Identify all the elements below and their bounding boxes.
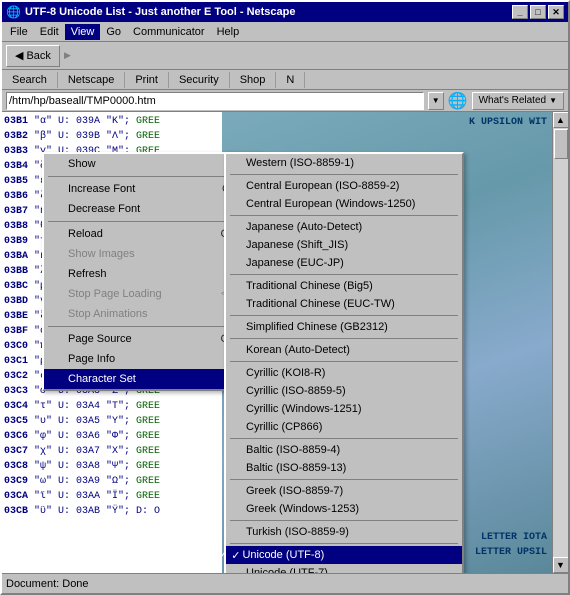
hex-row: 03BE "ξ" U: 039E "Ξ"; GREE bbox=[4, 309, 220, 324]
hex-row: 03B4 "δ" U: 039D "N"; GREE bbox=[4, 159, 220, 174]
menu-file[interactable]: File bbox=[4, 24, 34, 40]
nav-tab-shop[interactable]: Shop bbox=[230, 72, 277, 88]
menu-edit[interactable]: Edit bbox=[34, 24, 65, 40]
whats-related-label: What's Related bbox=[479, 95, 547, 106]
status-bar: Document: Done bbox=[2, 573, 568, 593]
hex-row: 03C8 "ψ" U: 03A8 "Ψ"; GREE bbox=[4, 459, 220, 474]
title-bar-controls: _ □ ✕ bbox=[512, 5, 564, 19]
url-dropdown-button[interactable]: ▼ bbox=[428, 92, 444, 110]
app-icon: 🌐 bbox=[6, 5, 21, 19]
scrollbar-vertical[interactable]: ▲ ▼ bbox=[552, 112, 568, 573]
nav-tab-print[interactable]: Print bbox=[125, 72, 169, 88]
hex-row: 03BD "ν" U: 039D "N"; GREE bbox=[4, 294, 220, 309]
scroll-up-button[interactable]: ▲ bbox=[553, 112, 569, 128]
hex-row: 03C2 "ς" U: 03A2 "Σ"; GREE bbox=[4, 369, 220, 384]
back-label: Back bbox=[26, 50, 50, 62]
window-title: UTF-8 Unicode List - Just another E Tool… bbox=[25, 6, 296, 18]
scroll-track[interactable] bbox=[553, 128, 568, 557]
forward-icon: ▶ bbox=[64, 50, 71, 61]
hex-row: 03B6 "ζ" U: 039F "O"; GREE bbox=[4, 189, 220, 204]
hex-row: 03B5 "ε" U: 039E "Ξ"; GREE bbox=[4, 174, 220, 189]
menu-go[interactable]: Go bbox=[100, 24, 127, 40]
hex-row: 03CB "ϋ" U: 03AB "Ϋ"; D: O bbox=[4, 504, 220, 519]
toolbar: ◀ Back ▶ bbox=[2, 42, 568, 70]
hex-row: 03C4 "τ" U: 03A4 "Τ"; GREE bbox=[4, 399, 220, 414]
nav-bar: Search Netscape Print Security Shop N bbox=[2, 70, 568, 90]
hex-row: 03CA "ϊ" U: 03AA "Ϊ"; GREE bbox=[4, 489, 220, 504]
hex-row: 03B7 "η" U: 03A0 "Π"; GREE bbox=[4, 204, 220, 219]
hex-row: 03B2 "β" U: 039B "Λ"; GREE bbox=[4, 129, 220, 144]
scroll-thumb[interactable] bbox=[554, 129, 568, 159]
browser-viewport: 03B1 "α" U: 039A "K"; GREE 03B2 "β" U: 0… bbox=[2, 112, 568, 573]
location-bar: ▼ 🌐 What's Related ▼ bbox=[2, 90, 568, 112]
hex-row: 03C6 "φ" U: 03A6 "Φ"; GREE bbox=[4, 429, 220, 444]
scroll-down-button[interactable]: ▼ bbox=[553, 557, 569, 573]
menu-communicator[interactable]: Communicator bbox=[127, 24, 211, 40]
back-button[interactable]: ◀ Back bbox=[6, 45, 60, 67]
hex-row: 03BA "κ" U: 039B "Λ"; GREE bbox=[4, 249, 220, 264]
menu-view[interactable]: View bbox=[65, 24, 101, 40]
nav-tab-search[interactable]: Search bbox=[2, 72, 58, 88]
status-text: Document: Done bbox=[6, 578, 89, 590]
map-bottom-text-1: LETTER IOTA bbox=[481, 532, 547, 543]
back-arrow-icon: ◀ bbox=[15, 49, 23, 62]
whats-related-arrow: ▼ bbox=[549, 96, 557, 105]
content-area: 03B1 "α" U: 039A "K"; GREE 03B2 "β" U: 0… bbox=[2, 112, 568, 573]
menu-bar: File Edit View Go Communicator Help bbox=[2, 22, 568, 42]
nav-tab-security[interactable]: Security bbox=[169, 72, 230, 88]
hex-row: 03BC "μ" U: 039C "M"; GREE bbox=[4, 279, 220, 294]
hex-row: 03C1 "ρ" U: 03A1 "Ρ"; GREE bbox=[4, 354, 220, 369]
title-bar-title: 🌐 UTF-8 Unicode List - Just another E To… bbox=[6, 5, 296, 19]
menu-help[interactable]: Help bbox=[211, 24, 246, 40]
hex-row: 03C7 "χ" U: 03A7 "Χ"; GREE bbox=[4, 444, 220, 459]
hex-row: 03C9 "ω" U: 03A9 "Ω"; GREE bbox=[4, 474, 220, 489]
hex-row: 03BB "λ" U: 039B "Λ"; GREE bbox=[4, 264, 220, 279]
related-icon: 🌐 bbox=[448, 91, 468, 111]
hex-row: 03C5 "υ" U: 03A5 "Υ"; GREE bbox=[4, 414, 220, 429]
nav-tab-netscape[interactable]: Netscape bbox=[58, 72, 125, 88]
minimize-button[interactable]: _ bbox=[512, 5, 528, 19]
hex-table: 03B1 "α" U: 039A "K"; GREE 03B2 "β" U: 0… bbox=[2, 112, 222, 573]
title-bar: 🌐 UTF-8 Unicode List - Just another E To… bbox=[2, 2, 568, 22]
hex-row: 03C3 "σ" U: 03A3 "Σ"; GREE bbox=[4, 384, 220, 399]
hex-row: 03C0 "π" U: 03A0 "Π"; GREE bbox=[4, 339, 220, 354]
whats-related-button[interactable]: What's Related ▼ bbox=[472, 92, 564, 110]
hex-row: 03B3 "γ" U: 039C "M"; GREE bbox=[4, 144, 220, 159]
hex-row: 03B1 "α" U: 039A "K"; GREE bbox=[4, 114, 220, 129]
close-button[interactable]: ✕ bbox=[548, 5, 564, 19]
maximize-button[interactable]: □ bbox=[530, 5, 546, 19]
hex-row: 03B9 "ι" U: 03A1 "Ρ"; GREE bbox=[4, 234, 220, 249]
map-content: K UPSILON WIT bbox=[469, 117, 547, 128]
hex-row: 03BF "ο" U: 039F "O"; GREE bbox=[4, 324, 220, 339]
hex-row: 03B8 "θ" U: 03A0 "Π"; GREE bbox=[4, 219, 220, 234]
nav-tab-n[interactable]: N bbox=[276, 72, 305, 88]
map-bottom-text-2: LETTER UPSIL bbox=[475, 547, 547, 558]
url-input[interactable] bbox=[6, 92, 424, 110]
app-window: 🌐 UTF-8 Unicode List - Just another E To… bbox=[0, 0, 570, 595]
